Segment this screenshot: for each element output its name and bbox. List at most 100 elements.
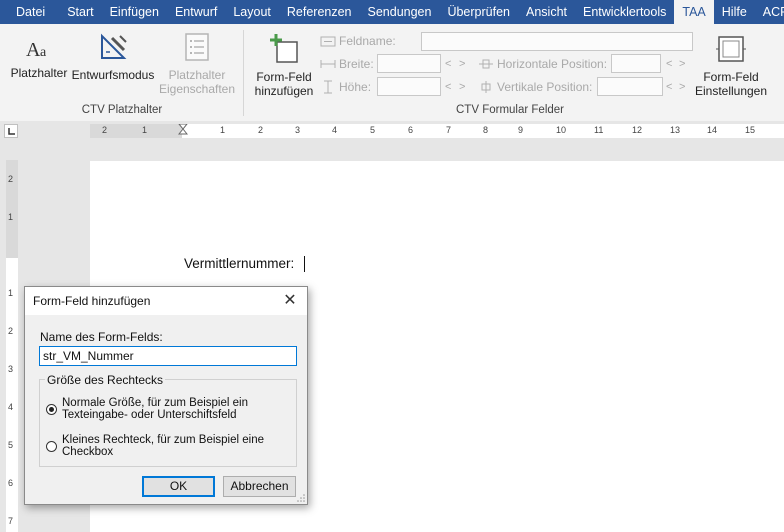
- ruler-tick: 13: [670, 125, 681, 135]
- width-icon: [320, 60, 336, 68]
- menu-bar: Datei Start Einfügen Entwurf Layout Refe…: [0, 0, 784, 24]
- ruler-tick: 5: [8, 440, 14, 450]
- ruler-tick: 2: [8, 326, 14, 336]
- platzhalter-button[interactable]: A a Platzhalter: [8, 36, 70, 80]
- document-text: Vermittlernummer:: [184, 256, 295, 271]
- hoehe-increase[interactable]: >: [459, 81, 465, 93]
- menu-entwicklertools[interactable]: Entwicklertools: [575, 0, 674, 24]
- add-form-field-dialog: Form-Feld hinzufügen ✕ Name des Form-Fel…: [24, 286, 308, 505]
- ruler-tick: 1: [220, 125, 226, 135]
- ruler-tick: 5: [370, 125, 376, 135]
- tab-stop-icon: [8, 128, 15, 135]
- ruler-tick: 10: [556, 125, 567, 135]
- group-separator: [243, 30, 244, 116]
- vertical-ruler[interactable]: 2 1 1 2 3 4 5 6 7: [6, 160, 18, 532]
- hoehe-label: Höhe:: [339, 80, 372, 94]
- text-cursor: [304, 256, 305, 272]
- radio-normal-size-label[interactable]: Normale Größe, für zum Beispiel ein Text…: [62, 397, 248, 421]
- entwurfsmodus-label: Entwurfsmodus: [71, 68, 155, 82]
- ruler-tick: 4: [8, 402, 14, 412]
- hpos-label: Horizontale Position:: [497, 57, 608, 71]
- ruler-tick: 7: [446, 125, 452, 135]
- feldname-label: Feldname:: [339, 34, 396, 48]
- vpos-label: Vertikale Position:: [497, 80, 593, 94]
- menu-ueberpruefen[interactable]: Überprüfen: [439, 0, 518, 24]
- menu-taa[interactable]: TAA: [674, 0, 714, 24]
- horizontal-ruler-area: 2 1 1 2 3 4 5 6 7 8 9 10 11 12 13 14 15: [0, 121, 784, 141]
- ruler-tick: 8: [483, 125, 489, 135]
- ribbon: A a Platzhalter Entwurfsmodus Platzhalte…: [0, 24, 784, 122]
- horizontal-ruler[interactable]: 2 1 1 2 3 4 5 6 7 8 9 10 11 12 13 14 15: [90, 124, 784, 138]
- dialog-titlebar[interactable]: Form-Feld hinzufügen ✕: [25, 287, 307, 315]
- entwurfsmodus-button[interactable]: Entwurfsmodus: [70, 32, 156, 82]
- resize-grip-icon[interactable]: [297, 494, 305, 502]
- menu-referenzen[interactable]: Referenzen: [279, 0, 360, 24]
- ruler-tick: 9: [518, 125, 524, 135]
- menu-ansicht[interactable]: Ansicht: [518, 0, 575, 24]
- tab-selector[interactable]: [4, 124, 18, 138]
- vpos-decrease[interactable]: <: [666, 81, 672, 93]
- breite-decrease[interactable]: <: [445, 58, 451, 70]
- properties-icon: [185, 33, 209, 61]
- indent-marker-icon[interactable]: [178, 124, 188, 138]
- eigenschaften-label-line1: Platzhalter: [168, 68, 226, 82]
- field-name-input[interactable]: [39, 346, 297, 366]
- design-mode-icon: [101, 33, 127, 59]
- hpos-increase[interactable]: >: [679, 58, 685, 70]
- option1-line1: Normale Größe, für zum Beispiel ein: [62, 397, 248, 409]
- breite-row: Breite:: [320, 57, 374, 71]
- option2-line1: Kleines Rechteck, für zum Beispiel eine: [62, 434, 264, 446]
- ruler-tick: 1: [142, 125, 148, 135]
- vpos-increase[interactable]: >: [679, 81, 685, 93]
- size-group-caption: Größe des Rechtecks: [45, 373, 166, 387]
- option2-line2: Checkbox: [62, 446, 114, 458]
- platzhalter-label: Platzhalter: [10, 66, 68, 80]
- menu-einfuegen[interactable]: Einfügen: [102, 0, 167, 24]
- cancel-button[interactable]: Abbrechen: [223, 476, 296, 497]
- hpos-row: Horizontale Position:: [478, 57, 607, 71]
- hoehe-decrease[interactable]: <: [445, 81, 451, 93]
- eigenschaften-label-line2: Eigenschaften: [158, 82, 236, 96]
- platzhalter-eigenschaften-button[interactable]: Platzhalter Eigenschaften: [158, 32, 236, 96]
- field-name-label: Name des Form-Felds:: [40, 330, 163, 344]
- vpos-row: Vertikale Position:: [478, 80, 592, 94]
- ruler-tick: 7: [8, 516, 14, 526]
- feldname-input[interactable]: [421, 32, 693, 51]
- field-name-icon: [320, 36, 336, 47]
- ok-button[interactable]: OK: [142, 476, 215, 497]
- ruler-tick: 2: [102, 125, 108, 135]
- ruler-tick: 6: [8, 478, 14, 488]
- ruler-tick: 3: [8, 364, 14, 374]
- menu-entwurf[interactable]: Entwurf: [167, 0, 225, 24]
- ruler-tick: 4: [332, 125, 338, 135]
- menu-sendungen[interactable]: Sendungen: [360, 0, 440, 24]
- field-settings-icon: [716, 36, 746, 62]
- radio-small-rectangle[interactable]: [46, 441, 57, 452]
- group-label-ctv-platzhalter: CTV Platzhalter: [81, 104, 163, 116]
- hpos-decrease[interactable]: <: [666, 58, 672, 70]
- ruler-tick: 11: [594, 125, 604, 135]
- hoehe-input[interactable]: [377, 77, 441, 96]
- svg-text:A: A: [26, 39, 41, 60]
- form-feld-einstellungen-button[interactable]: Form-Feld Einstellungen: [694, 34, 768, 98]
- menu-start[interactable]: Start: [59, 0, 101, 24]
- menu-layout[interactable]: Layout: [225, 0, 279, 24]
- menu-acrobat[interactable]: ACROBAT: [755, 0, 784, 24]
- breite-input[interactable]: [377, 54, 441, 73]
- ruler-tick: 14: [707, 125, 718, 135]
- form-feld-hinzufuegen-button[interactable]: Form-Feld hinzufügen: [251, 34, 317, 98]
- add-field-label-line1: Form-Feld: [256, 70, 312, 84]
- radio-small-rectangle-label[interactable]: Kleines Rechteck, für zum Beispiel eine …: [62, 434, 264, 458]
- menu-datei[interactable]: Datei: [0, 0, 59, 24]
- ruler-tick: 1: [8, 288, 14, 298]
- hpos-input[interactable]: [611, 54, 661, 73]
- menu-hilfe[interactable]: Hilfe: [714, 0, 755, 24]
- vpos-input[interactable]: [597, 77, 663, 96]
- font-aa-icon: A a: [26, 39, 47, 60]
- ruler-tick: 3: [295, 125, 301, 135]
- breite-increase[interactable]: >: [459, 58, 465, 70]
- option1-line2: Texteingabe- oder Unterschiftsfeld: [62, 409, 237, 421]
- ruler-tick: 2: [8, 174, 14, 184]
- close-icon[interactable]: ✕: [279, 290, 301, 312]
- radio-normal-size[interactable]: [46, 404, 57, 415]
